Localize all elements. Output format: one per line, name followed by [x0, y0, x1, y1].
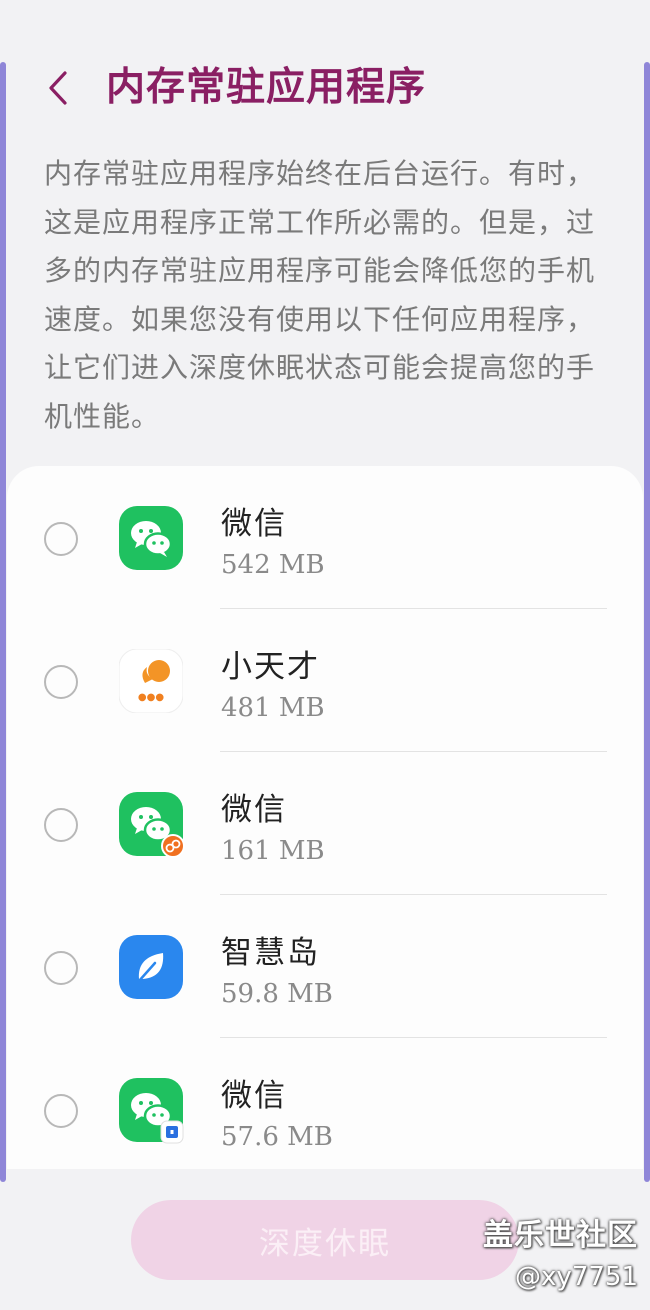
app-size: 542 MB — [221, 550, 325, 580]
app-size: 161 MB — [221, 836, 325, 866]
wechat-icon — [119, 506, 183, 570]
app-header: 内存常驻应用程序 — [0, 52, 650, 132]
select-radio[interactable] — [44, 1094, 78, 1128]
app-name: 微信 — [221, 792, 287, 828]
app-name: 小天才 — [221, 649, 320, 685]
select-radio[interactable] — [44, 665, 78, 699]
edge-indicator-left — [0, 62, 6, 1182]
deep-sleep-button[interactable]: 深度休眠 — [131, 1200, 519, 1280]
list-item-wechat-3[interactable]: 微信 57.6 MB — [7, 1038, 643, 1181]
app-name: 微信 — [221, 1078, 287, 1114]
select-radio[interactable] — [44, 808, 78, 842]
wechat-secure-folder-icon — [119, 1078, 184, 1144]
app-size: 57.6 MB — [221, 1122, 333, 1152]
app-name: 智慧岛 — [221, 935, 320, 971]
xiaotiancai-icon: ●●● — [118, 648, 184, 714]
wechat-clone-icon — [119, 792, 185, 858]
select-radio[interactable] — [44, 522, 78, 556]
watermark-brand: 盖乐世社区 — [483, 1218, 638, 1253]
list-item-wechat-1[interactable]: 微信 542 MB — [7, 466, 643, 609]
back-arrow-icon[interactable] — [38, 68, 78, 108]
app-size: 481 MB — [221, 693, 325, 723]
watermark-handle: @xy7751 — [515, 1262, 638, 1292]
watermark: 盖乐世社区 @xy7751 — [483, 1210, 638, 1292]
list-item-zhihuidao[interactable]: 智慧岛 59.8 MB — [7, 895, 643, 1038]
svg-text:●●●: ●●● — [138, 692, 164, 703]
leaf-icon — [119, 935, 183, 999]
select-radio[interactable] — [44, 951, 78, 985]
list-item-wechat-2[interactable]: 微信 161 MB — [7, 752, 643, 895]
edge-indicator-right — [644, 62, 650, 1182]
app-size: 59.8 MB — [221, 979, 333, 1009]
description-text: 内存常驻应用程序始终在后台运行。有时，这是应用程序正常工作所必需的。但是，过多的… — [44, 157, 596, 433]
page-title: 内存常驻应用程序 — [106, 65, 427, 110]
app-name: 微信 — [221, 506, 287, 542]
list-item-xiaotiancai[interactable]: ●●● 小天才 481 MB — [7, 609, 643, 752]
app-list: 微信 542 MB ●●● 小天才 481 MB 微信 161 MB 智慧岛 5… — [7, 466, 643, 1169]
